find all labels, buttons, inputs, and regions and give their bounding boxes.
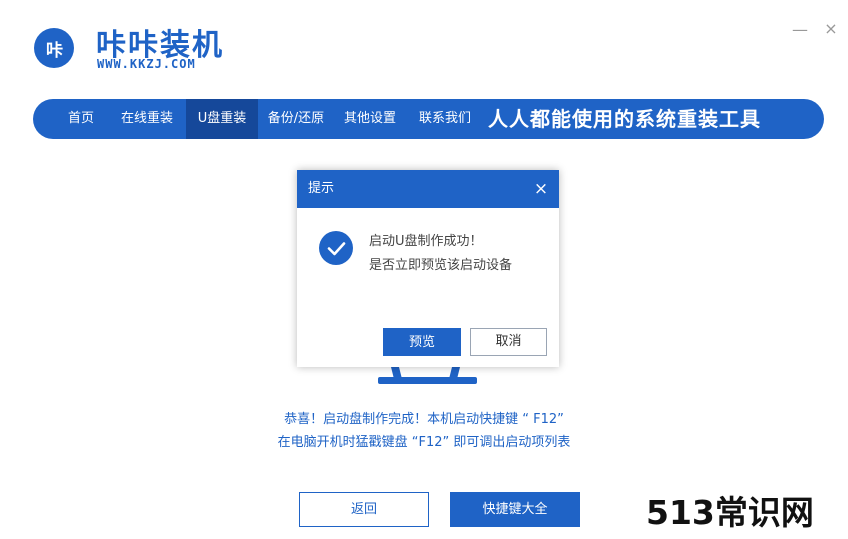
logo-text: 咔	[46, 40, 63, 61]
dialog-message-line1: 启动U盘制作成功！	[369, 234, 483, 249]
info-text-line2: 在电脑开机时猛戳键盘 “F12” 即可调出启动项列表	[277, 435, 571, 450]
site-watermark: 513常识网	[646, 493, 814, 532]
nav-backup-restore[interactable]: 备份/还原	[259, 99, 333, 139]
nav-home[interactable]: 首页	[55, 99, 107, 139]
check-circle-icon	[319, 231, 353, 265]
cancel-button[interactable]: 取消	[470, 328, 547, 356]
main-nav: 首页 在线重装 U盘重装 备份/还原 其他设置 联系我们 人人都能使用的系统重装…	[33, 99, 824, 139]
dialog-message-line2: 是否立即预览该启动设备	[369, 258, 513, 273]
nav-slogan: 人人都能使用的系统重装工具	[488, 107, 761, 131]
nav-usb-reinstall[interactable]: U盘重装	[186, 99, 258, 139]
back-button[interactable]: 返回	[299, 492, 429, 527]
dialog-header: 提示 ×	[297, 170, 559, 208]
monitor-stand-base	[378, 377, 477, 384]
nav-other-settings[interactable]: 其他设置	[334, 99, 406, 139]
dialog-close-icon[interactable]: ×	[531, 179, 551, 199]
preview-button[interactable]: 预览	[383, 328, 461, 356]
minimize-button[interactable]: —	[792, 20, 808, 40]
info-text-line1: 恭喜！启动盘制作完成！本机启动快捷键 “ F12”	[284, 412, 564, 427]
brand-url: WWW.KKZJ.COM	[97, 57, 196, 71]
dialog-title: 提示	[308, 181, 335, 196]
close-window-button[interactable]: ×	[822, 19, 840, 39]
prompt-dialog: 提示 × 启动U盘制作成功！ 是否立即预览该启动设备 预览 取消	[297, 170, 559, 367]
shortcut-keys-button[interactable]: 快捷键大全	[450, 492, 580, 527]
nav-contact-us[interactable]: 联系我们	[409, 99, 481, 139]
nav-online-reinstall[interactable]: 在线重装	[113, 99, 181, 139]
app-logo-icon: 咔	[34, 28, 74, 68]
